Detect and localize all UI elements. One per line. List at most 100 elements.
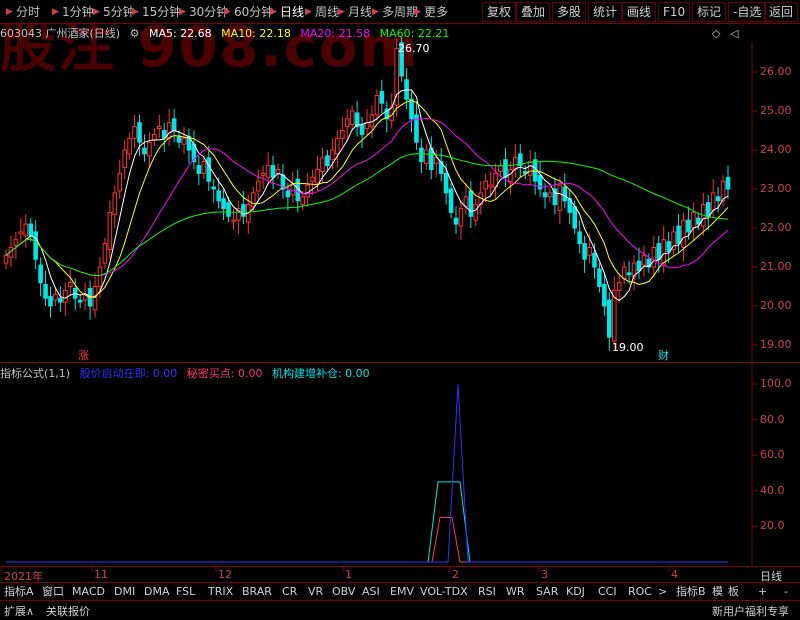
candle[interactable]	[305, 173, 310, 207]
candle[interactable]	[414, 101, 419, 150]
candle[interactable]	[409, 91, 414, 133]
candle[interactable]	[636, 247, 642, 279]
candle[interactable]	[147, 132, 152, 168]
indicator-tab-15[interactable]: WR	[506, 584, 525, 600]
indicator-tab-1[interactable]: 窗口	[42, 584, 64, 600]
candle[interactable]	[602, 272, 607, 316]
candle[interactable]	[275, 163, 281, 180]
candle[interactable]	[359, 116, 365, 149]
candle[interactable]	[339, 116, 345, 147]
candle[interactable]	[513, 144, 518, 178]
candle[interactable]	[23, 214, 29, 248]
indicator-tab-4[interactable]: DMA	[144, 584, 170, 600]
indicator-tab-21[interactable]: 指标B	[676, 584, 706, 600]
candle[interactable]	[102, 237, 108, 269]
candle[interactable]	[221, 189, 226, 221]
candle[interactable]	[295, 169, 301, 213]
candle[interactable]	[43, 270, 48, 306]
candle[interactable]	[132, 114, 137, 149]
candle[interactable]	[87, 280, 93, 320]
candle[interactable]	[186, 128, 192, 164]
candle[interactable]	[493, 163, 498, 199]
candle[interactable]	[117, 159, 123, 199]
candle[interactable]	[181, 126, 187, 154]
cai-marker[interactable]: 财	[658, 348, 669, 362]
candle[interactable]	[374, 89, 380, 121]
candle[interactable]	[38, 257, 43, 297]
candle[interactable]	[607, 292, 612, 351]
candle[interactable]	[686, 206, 691, 240]
indicator-tab-10[interactable]: OBV	[332, 584, 355, 600]
candle[interactable]	[676, 214, 681, 254]
indicator-tab-19[interactable]: ROC	[628, 584, 652, 600]
candle[interactable]	[537, 161, 543, 197]
candle[interactable]	[473, 198, 479, 227]
candle[interactable]	[48, 286, 53, 318]
candle[interactable]	[547, 187, 553, 203]
candle[interactable]	[157, 114, 162, 139]
indicator-tab-6[interactable]: TRIX	[208, 584, 233, 600]
candle[interactable]	[616, 272, 622, 303]
candle[interactable]	[107, 200, 113, 260]
expand-button[interactable]: 扩展∧	[4, 603, 34, 619]
indicator-tab-20[interactable]: >	[658, 584, 667, 600]
candle[interactable]	[112, 185, 118, 228]
candle[interactable]	[18, 218, 24, 242]
candle[interactable]	[63, 282, 68, 316]
candle[interactable]	[127, 132, 132, 160]
indicator-tab-23[interactable]: 板	[728, 584, 739, 600]
candle[interactable]	[122, 140, 127, 180]
candle[interactable]	[280, 163, 286, 199]
indicator-tab-3[interactable]: DMI	[114, 584, 135, 600]
indicator-tab-22[interactable]: 模	[712, 584, 723, 600]
candle[interactable]	[705, 194, 711, 230]
candle[interactable]	[419, 138, 424, 174]
candle[interactable]	[260, 165, 266, 189]
candle[interactable]	[58, 286, 63, 312]
candle[interactable]	[255, 169, 261, 201]
indicator-tab-8[interactable]: CR	[282, 584, 297, 600]
candle[interactable]	[532, 151, 538, 195]
candle[interactable]	[552, 177, 558, 215]
candle[interactable]	[691, 202, 696, 240]
candle[interactable]	[508, 161, 513, 195]
candle[interactable]	[171, 109, 177, 143]
related-quote-button[interactable]: 关联报价	[46, 603, 90, 619]
indicator-tab-2[interactable]: MACD	[72, 584, 105, 600]
candle[interactable]	[28, 218, 34, 242]
indicator-tab-13[interactable]: VOL-TDX	[420, 584, 468, 600]
candle[interactable]	[448, 183, 454, 219]
candle[interactable]	[236, 200, 241, 234]
candle[interactable]	[651, 235, 657, 277]
candle[interactable]	[290, 171, 296, 203]
candle[interactable]	[13, 231, 19, 260]
candle[interactable]	[567, 189, 573, 225]
candle[interactable]	[671, 226, 676, 256]
indicator-tab-5[interactable]: FSL	[176, 584, 195, 600]
candle[interactable]	[582, 235, 587, 273]
indicator-tab-16[interactable]: SAR	[536, 584, 558, 600]
candle[interactable]	[3, 249, 9, 269]
indicator-tab-0[interactable]: 指标A	[4, 584, 34, 600]
candle[interactable]	[191, 130, 197, 170]
indicator-tab-14[interactable]: RSI	[478, 584, 496, 600]
candle[interactable]	[641, 245, 647, 277]
indicator-tab-12[interactable]: EMV	[390, 584, 414, 600]
candle[interactable]	[527, 150, 533, 186]
candle[interactable]	[389, 93, 395, 129]
candle[interactable]	[206, 146, 212, 191]
candle[interactable]	[310, 169, 315, 195]
candle[interactable]	[463, 183, 469, 215]
candle[interactable]	[77, 294, 83, 308]
candle[interactable]	[621, 261, 627, 285]
candle[interactable]	[518, 144, 523, 178]
new-user-benefit-link[interactable]: 新用户福利专享	[712, 603, 789, 619]
candle[interactable]	[453, 206, 459, 234]
candle[interactable]	[631, 255, 637, 291]
zhang-marker[interactable]: 涨	[78, 349, 89, 362]
indicator-title[interactable]: 指标公式(1,1)	[0, 367, 70, 380]
candle[interactable]	[166, 109, 172, 147]
candle[interactable]	[349, 105, 355, 131]
candle[interactable]	[344, 109, 350, 139]
indicator-tab-11[interactable]: ASI	[362, 584, 380, 600]
